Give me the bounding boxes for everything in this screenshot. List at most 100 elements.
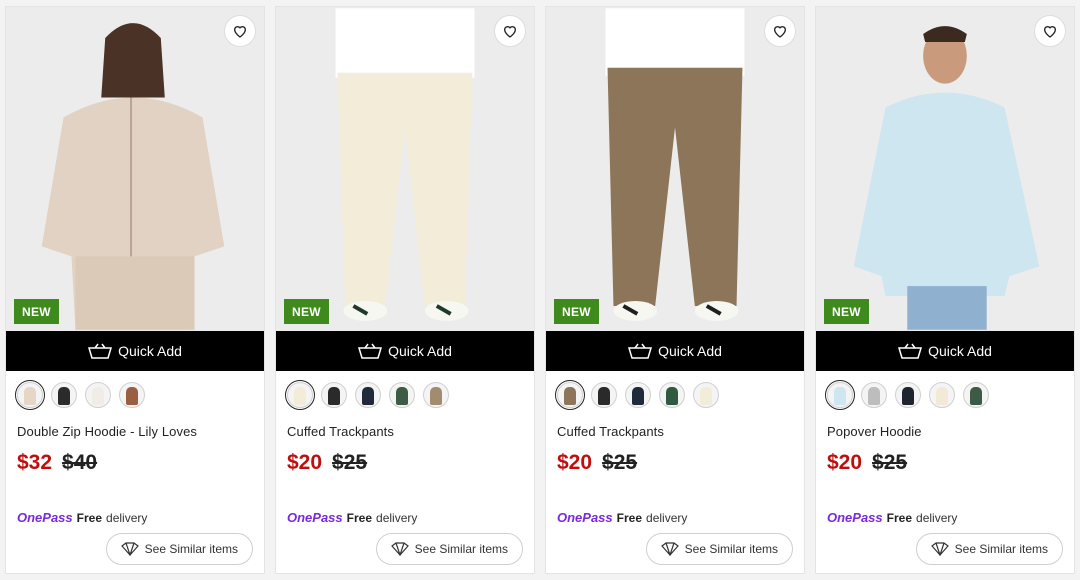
- color-swatch[interactable]: [693, 382, 719, 408]
- price-block: $20 $25: [816, 439, 1074, 475]
- color-swatch[interactable]: [895, 382, 921, 408]
- color-swatches: [546, 371, 804, 412]
- delivery-label: delivery: [376, 511, 418, 525]
- onepass-delivery: OnePass Free delivery: [287, 510, 417, 525]
- quick-add-button[interactable]: Quick Add: [816, 331, 1074, 371]
- color-swatches: [816, 371, 1074, 412]
- quick-add-button[interactable]: Quick Add: [6, 331, 264, 371]
- color-swatch[interactable]: [119, 382, 145, 408]
- price-block: $32 $40: [6, 439, 264, 475]
- color-swatch[interactable]: [825, 380, 855, 410]
- basket-icon: [628, 343, 653, 359]
- sale-price: $20: [557, 451, 593, 474]
- quick-add-label: Quick Add: [388, 343, 452, 359]
- color-swatch[interactable]: [625, 382, 651, 408]
- see-similar-button[interactable]: See Similar items: [375, 533, 523, 565]
- basket-icon: [88, 343, 113, 359]
- product-card: NEW Quick Add Popover Hoodie $20 $25 One…: [815, 6, 1075, 574]
- heart-icon: [773, 26, 787, 38]
- price-block: $20 $25: [276, 439, 534, 475]
- color-swatch[interactable]: [51, 382, 77, 408]
- similar-icon: [120, 542, 139, 556]
- free-label: Free: [616, 511, 643, 525]
- color-swatch[interactable]: [591, 382, 617, 408]
- sale-price: $20: [827, 451, 863, 474]
- product-image[interactable]: NEW: [816, 7, 1074, 331]
- onepass-delivery: OnePass Free delivery: [17, 510, 147, 525]
- product-title[interactable]: Cuffed Trackpants: [276, 412, 534, 439]
- similar-icon: [390, 542, 409, 556]
- see-similar-label: See Similar items: [144, 542, 238, 556]
- free-label: Free: [76, 511, 103, 525]
- sale-price: $20: [287, 451, 323, 474]
- color-swatch[interactable]: [929, 382, 955, 408]
- similar-icon: [930, 542, 949, 556]
- onepass-delivery: OnePass Free delivery: [827, 510, 957, 525]
- heart-icon: [503, 26, 517, 38]
- product-photo: [816, 8, 1074, 330]
- color-swatch[interactable]: [355, 382, 381, 408]
- see-similar-button[interactable]: See Similar items: [645, 533, 793, 565]
- price-block: $20 $25: [546, 439, 804, 475]
- free-label: Free: [346, 511, 373, 525]
- product-card: NEW Quick Add Double Zip Hoodie - Lily L…: [5, 6, 265, 574]
- color-swatch[interactable]: [861, 382, 887, 408]
- original-price: $25: [602, 451, 638, 474]
- color-swatch[interactable]: [321, 382, 347, 408]
- color-swatches: [276, 371, 534, 412]
- heart-icon: [1043, 26, 1057, 38]
- new-badge: NEW: [284, 299, 329, 324]
- see-similar-label: See Similar items: [954, 542, 1048, 556]
- see-similar-label: See Similar items: [414, 542, 508, 556]
- color-swatch[interactable]: [285, 380, 315, 410]
- color-swatch[interactable]: [85, 382, 111, 408]
- quick-add-label: Quick Add: [928, 343, 992, 359]
- product-title[interactable]: Double Zip Hoodie - Lily Loves: [6, 412, 264, 439]
- quick-add-button[interactable]: Quick Add: [546, 331, 804, 371]
- sale-price: $32: [17, 451, 53, 474]
- basket-icon: [358, 343, 383, 359]
- see-similar-button[interactable]: See Similar items: [915, 533, 1063, 565]
- new-badge: NEW: [824, 299, 869, 324]
- product-image[interactable]: NEW: [6, 7, 264, 331]
- wishlist-button[interactable]: [224, 15, 256, 47]
- color-swatch[interactable]: [389, 382, 415, 408]
- new-badge: NEW: [14, 299, 59, 324]
- original-price: $40: [62, 451, 98, 474]
- product-card: NEW Quick Add Cuffed Trackpants $20 $25 …: [275, 6, 535, 574]
- onepass-logo: OnePass: [557, 510, 613, 525]
- wishlist-button[interactable]: [494, 15, 526, 47]
- color-swatch[interactable]: [423, 382, 449, 408]
- color-swatch[interactable]: [555, 380, 585, 410]
- product-image[interactable]: NEW: [546, 7, 804, 331]
- similar-icon: [660, 542, 679, 556]
- see-similar-button[interactable]: See Similar items: [105, 533, 253, 565]
- product-photo: [276, 8, 534, 330]
- color-swatch[interactable]: [15, 380, 45, 410]
- quick-add-label: Quick Add: [658, 343, 722, 359]
- onepass-logo: OnePass: [17, 510, 73, 525]
- color-swatch[interactable]: [963, 382, 989, 408]
- product-grid: NEW Quick Add Double Zip Hoodie - Lily L…: [0, 0, 1080, 580]
- product-image[interactable]: NEW: [276, 7, 534, 331]
- original-price: $25: [332, 451, 368, 474]
- quick-add-label: Quick Add: [118, 343, 182, 359]
- onepass-logo: OnePass: [287, 510, 343, 525]
- free-label: Free: [886, 511, 913, 525]
- onepass-delivery: OnePass Free delivery: [557, 510, 687, 525]
- product-photo: [546, 8, 804, 330]
- color-swatch[interactable]: [659, 382, 685, 408]
- original-price: $25: [872, 451, 908, 474]
- product-photo: [6, 8, 264, 330]
- onepass-logo: OnePass: [827, 510, 883, 525]
- wishlist-button[interactable]: [764, 15, 796, 47]
- delivery-label: delivery: [106, 511, 148, 525]
- quick-add-button[interactable]: Quick Add: [276, 331, 534, 371]
- color-swatches: [6, 371, 264, 412]
- wishlist-button[interactable]: [1034, 15, 1066, 47]
- product-title[interactable]: Cuffed Trackpants: [546, 412, 804, 439]
- delivery-label: delivery: [916, 511, 958, 525]
- new-badge: NEW: [554, 299, 599, 324]
- heart-icon: [233, 26, 247, 38]
- product-title[interactable]: Popover Hoodie: [816, 412, 1074, 439]
